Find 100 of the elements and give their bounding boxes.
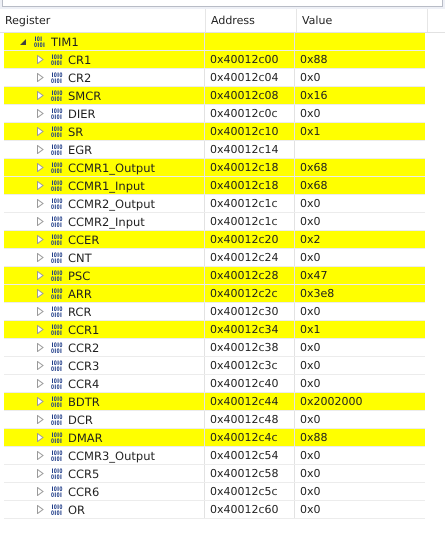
value-text: 0x0 — [300, 359, 321, 372]
value-text: 0x47 — [300, 269, 328, 282]
binary-icon — [51, 234, 63, 245]
binary-icon — [51, 198, 63, 209]
address-text: 0x40012c54 — [210, 449, 279, 462]
tree-row[interactable]: CCR6 0x40012c5c 0x0 — [4, 483, 425, 501]
value-text: 0x0 — [300, 251, 321, 264]
address-text: 0x40012c24 — [210, 251, 279, 264]
tree-row[interactable]: ARR 0x40012c2c 0x3e8 — [4, 285, 425, 303]
tree-row[interactable]: CCER 0x40012c20 0x2 — [4, 231, 425, 249]
collapse-arrow-icon[interactable] — [20, 37, 27, 46]
register-name: DCR — [68, 412, 93, 426]
binary-icon — [51, 504, 63, 515]
value-text: 0x68 — [300, 179, 328, 192]
tree-row[interactable]: CCMR1_Output 0x40012c18 0x68 — [4, 159, 425, 177]
value-text: 0x0 — [300, 503, 321, 516]
value-text: 0x0 — [300, 197, 321, 210]
tree-row[interactable]: DMAR 0x40012c4c 0x88 — [4, 429, 425, 447]
binary-icon — [51, 72, 63, 83]
tree-row[interactable]: CCMR3_Output 0x40012c54 0x0 — [4, 447, 425, 465]
tree-row[interactable]: CCR5 0x40012c58 0x0 — [4, 465, 425, 483]
address-text: 0x40012c34 — [210, 323, 279, 336]
address-text: 0x40012c14 — [210, 143, 279, 156]
value-text: 0x3e8 — [300, 287, 334, 300]
binary-icon — [51, 378, 63, 389]
value-text: 0x2 — [300, 233, 321, 246]
value-text: 0x88 — [300, 53, 328, 66]
register-name: CCMR3_Output — [68, 448, 155, 462]
binary-icon — [51, 360, 63, 371]
value-text: 0x0 — [300, 467, 321, 480]
column-header[interactable]: Address — [206, 9, 297, 32]
value-text: 0x1 — [300, 125, 321, 138]
address-text: 0x40012c5c — [210, 485, 278, 498]
value-text: 0x1 — [300, 323, 321, 336]
register-name: DIER — [68, 106, 96, 120]
value-text: 0x0 — [300, 71, 321, 84]
address-text: 0x40012c4c — [210, 431, 278, 444]
address-text: 0x40012c10 — [210, 125, 279, 138]
tree-row[interactable]: SR 0x40012c10 0x1 — [4, 123, 425, 141]
value-text: 0x16 — [300, 89, 328, 102]
column-header[interactable]: Register — [0, 9, 206, 32]
register-name: SR — [68, 124, 84, 138]
binary-icon — [51, 396, 63, 407]
register-name: CCMR1_Input — [68, 178, 145, 192]
register-name: CCR6 — [68, 484, 100, 498]
binary-icon — [51, 162, 63, 173]
binary-icon — [51, 126, 63, 137]
tree-row[interactable]: CR1 0x40012c00 0x88 — [4, 51, 425, 69]
register-name: CCR5 — [68, 466, 100, 480]
register-name: CCR2 — [68, 340, 100, 354]
binary-icon — [51, 450, 63, 461]
tree-row[interactable]: CCR1 0x40012c34 0x1 — [4, 321, 425, 339]
tree-row[interactable]: CCR2 0x40012c38 0x0 — [4, 339, 425, 357]
value-text: 0x0 — [300, 305, 321, 318]
address-text: 0x40012c30 — [210, 305, 279, 318]
address-text: 0x40012c18 — [210, 161, 279, 174]
binary-icon — [51, 216, 63, 227]
register-name: ARR — [68, 286, 92, 300]
address-text: 0x40012c44 — [210, 395, 279, 408]
address-text: 0x40012c04 — [210, 71, 279, 84]
address-text: 0x40012c28 — [210, 269, 279, 282]
value-text: 0x0 — [300, 215, 321, 228]
tree-row[interactable]: SMCR 0x40012c08 0x16 — [4, 87, 425, 105]
binary-icon — [51, 54, 63, 65]
register-name: CCR4 — [68, 376, 100, 390]
register-name: CCMR2_Input — [68, 214, 145, 228]
register-name: OR — [68, 502, 86, 516]
register-name: RCR — [68, 304, 92, 318]
tree-row[interactable]: PSC 0x40012c28 0x47 — [4, 267, 425, 285]
binary-icon — [51, 108, 63, 119]
address-text: 0x40012c20 — [210, 233, 279, 246]
address-text: 0x40012c00 — [210, 53, 279, 66]
tree-row[interactable]: CCR3 0x40012c3c 0x0 — [4, 357, 425, 375]
register-name: CNT — [68, 250, 92, 264]
tree-row[interactable]: BDTR 0x40012c44 0x2002000 — [4, 393, 425, 411]
address-text: 0x40012c08 — [210, 89, 279, 102]
register-name: DMAR — [68, 430, 103, 444]
binary-icon — [51, 252, 63, 263]
value-text: 0x0 — [300, 377, 321, 390]
register-name: BDTR — [68, 394, 100, 408]
tree-row[interactable]: CCMR1_Input 0x40012c18 0x68 — [4, 177, 425, 195]
value-text: 0x0 — [300, 485, 321, 498]
tree-row[interactable]: TIM1 — [4, 33, 425, 51]
binary-icon — [51, 144, 63, 155]
value-text: 0x0 — [300, 413, 321, 426]
register-name: CCR1 — [68, 322, 100, 336]
register-name: CR1 — [68, 52, 92, 66]
binary-icon — [51, 468, 63, 479]
register-name: CCER — [68, 232, 100, 246]
value-text: 0x0 — [300, 341, 321, 354]
register-name: CCMR1_Output — [68, 160, 155, 174]
address-text: 0x40012c0c — [210, 107, 278, 120]
address-text: 0x40012c40 — [210, 377, 279, 390]
tree-row[interactable]: CCMR2_Output 0x40012c1c 0x0 — [4, 195, 425, 213]
column-header[interactable]: Value — [297, 9, 428, 32]
tree-row[interactable]: OR 0x40012c60 0x0 — [4, 501, 425, 519]
register-name: CR2 — [68, 70, 92, 84]
register-group-icon — [34, 36, 46, 47]
value-text: 0x0 — [300, 107, 321, 120]
value-text: 0x68 — [300, 161, 328, 174]
